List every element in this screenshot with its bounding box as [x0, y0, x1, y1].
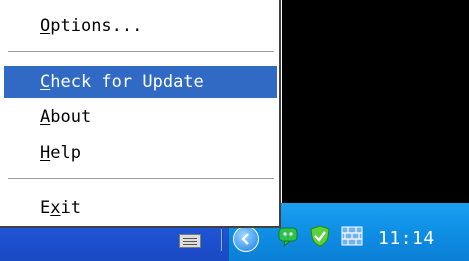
- menu-item-help-label: elp: [50, 143, 81, 163]
- tray-context-menu: Options... Check for Update About Help E…: [0, 0, 281, 228]
- menu-item-options-accelerator: O: [40, 16, 51, 36]
- menu-item-help-accelerator: H: [40, 143, 51, 163]
- menu-item-help[interactable]: Help: [4, 137, 277, 169]
- menu-item-check-for-update[interactable]: Check for Update: [4, 66, 277, 98]
- keyboard-icon[interactable]: [179, 234, 201, 248]
- menu-item-options-label: ptions...: [50, 16, 143, 36]
- menu-separator: [8, 178, 274, 180]
- menu-item-about-label: bout: [50, 107, 92, 127]
- menu-item-check-for-update-accelerator: C: [40, 72, 51, 92]
- screen: 11:14 Options... Check for Update About …: [0, 0, 469, 261]
- menu-item-exit[interactable]: Exit: [4, 192, 277, 224]
- menu-item-check-for-update-label: heck for Update: [50, 72, 204, 92]
- firewall-icon[interactable]: [340, 224, 364, 248]
- menu-item-about[interactable]: About: [4, 101, 277, 133]
- desktop-background: [282, 0, 469, 203]
- taskbar-divider: [221, 229, 223, 251]
- menu-item-exit-prefix: E: [40, 198, 51, 218]
- menu-item-exit-accelerator: x: [50, 198, 61, 218]
- show-hidden-icons-chevron-icon[interactable]: [233, 226, 259, 252]
- taskbar-clock[interactable]: 11:14: [378, 227, 458, 251]
- menu-item-options[interactable]: Options...: [4, 10, 277, 42]
- menu-item-exit-label: it: [60, 198, 81, 218]
- security-shield-icon[interactable]: [308, 224, 332, 248]
- menu-item-about-accelerator: A: [40, 107, 51, 127]
- menu-separator: [8, 51, 274, 53]
